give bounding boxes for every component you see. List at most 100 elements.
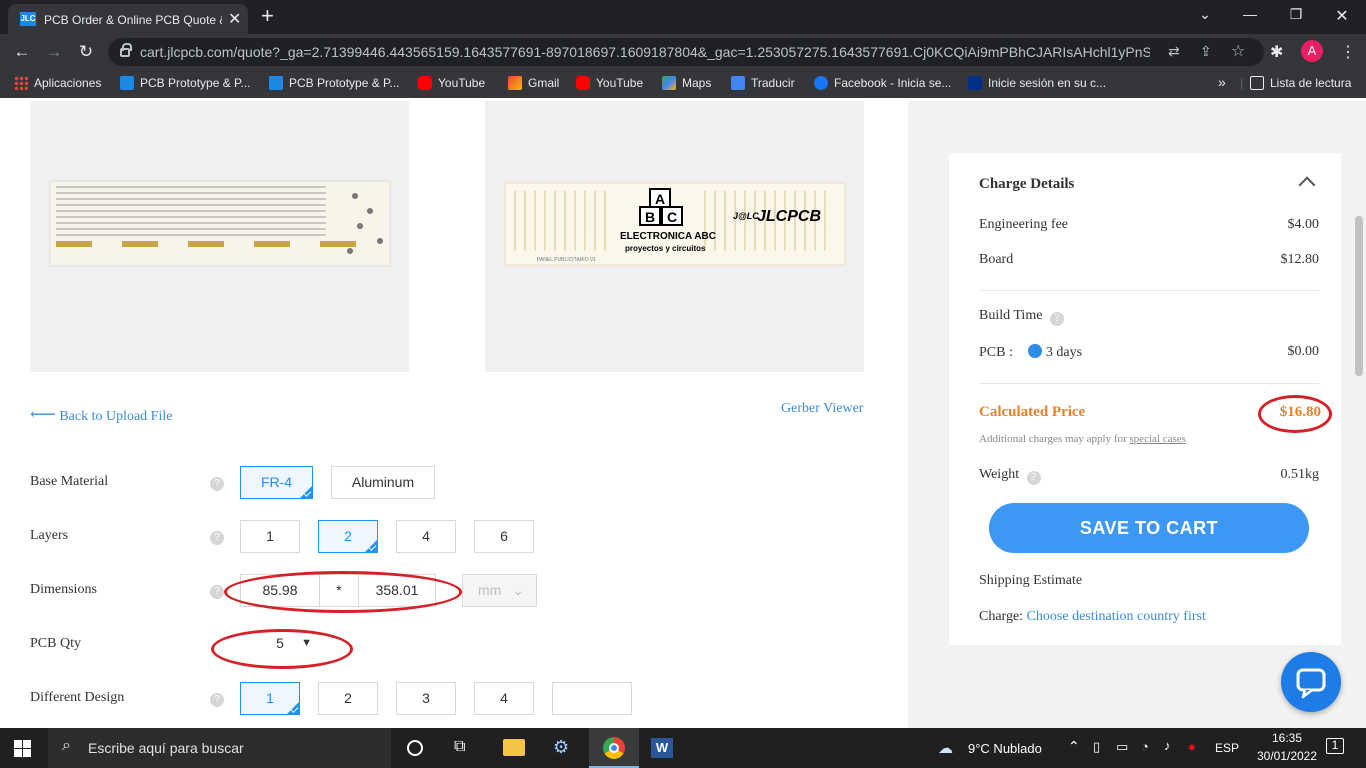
windows-taskbar: ⌕ Escribe aquí para buscar ⧉ ⚙ W ☁ 9°C N… (0, 728, 1366, 768)
close-tab-icon[interactable]: ✕ (228, 9, 241, 29)
build-time-row: Build Time ? (979, 308, 1319, 326)
base-material-fr4[interactable]: FR-4 (240, 466, 313, 499)
annotation-circle-price (1258, 395, 1332, 433)
bookmark-star-icon[interactable]: ☆ (1231, 41, 1245, 61)
more-bookmarks-icon[interactable]: » (1218, 74, 1226, 90)
clock-time[interactable]: 16:35 (1264, 731, 1310, 745)
minimize-icon[interactable]: — (1230, 6, 1270, 22)
help-icon[interactable]: ? (1026, 471, 1041, 485)
gerber-viewer-link[interactable]: Gerber Viewer (781, 401, 863, 417)
different-design-label: Different Design (30, 690, 125, 705)
page-scrollbar[interactable] (1352, 101, 1366, 728)
volume-icon[interactable]: ♪ (1164, 738, 1171, 753)
file-explorer-icon[interactable] (503, 739, 525, 756)
chat-button[interactable] (1281, 652, 1341, 712)
bookmark-apps[interactable]: Aplicaciones (14, 76, 101, 90)
radio-selected-icon[interactable] (1028, 344, 1043, 358)
app-icon[interactable]: ⚙ (553, 737, 569, 758)
bookmark-traducir[interactable]: Traducir (731, 76, 795, 90)
silk-label: PANEL PUBLICITARIO V1 (537, 257, 596, 263)
help-icon[interactable]: ? (210, 531, 224, 545)
layers-option-4[interactable]: 4 (396, 520, 456, 553)
network-icon[interactable]: ◔ (1141, 739, 1149, 754)
back-icon[interactable]: ← (12, 42, 32, 62)
extensions-icon[interactable]: ✱ (1270, 42, 1283, 62)
bookmarks-divider: | (1240, 76, 1244, 90)
onedrive-error-icon[interactable]: ● (1188, 739, 1196, 754)
design-option-1[interactable]: 1 (240, 682, 300, 715)
bookmark-paypal[interactable]: Inicie sesión en su c... (968, 76, 1106, 90)
pcb-top-preview (30, 101, 409, 372)
word-icon[interactable]: W (651, 738, 673, 758)
bookmark-pcb-2[interactable]: PCB Prototype & P... (269, 76, 400, 90)
help-icon[interactable]: ? (210, 693, 224, 707)
design-custom-input[interactable] (552, 682, 632, 715)
maps-icon (662, 76, 676, 90)
facebook-icon (814, 76, 828, 90)
layers-option-2[interactable]: 2 (318, 520, 378, 553)
bookmark-youtube-1[interactable]: YouTube (418, 76, 485, 90)
menu-kebab-icon[interactable]: ⋮ (1340, 42, 1356, 62)
reading-list[interactable]: Lista de lectura (1250, 76, 1351, 90)
save-to-cart-button[interactable]: SAVE TO CART (989, 503, 1309, 553)
bookmark-gmail[interactable]: Gmail (508, 76, 559, 90)
apps-grid-icon (14, 76, 28, 90)
bookmark-pcb-1[interactable]: PCB Prototype & P... (120, 76, 251, 90)
help-icon[interactable]: ? (210, 477, 224, 491)
bookmark-facebook[interactable]: Facebook - Inicia se... (814, 76, 951, 90)
back-to-upload-link[interactable]: ⟵ Back to Upload File (30, 404, 172, 425)
notifications-icon[interactable]: 1 (1326, 738, 1344, 754)
svg-text:C: C (667, 209, 677, 225)
translate-icon (731, 76, 745, 90)
clock-date[interactable]: 30/01/2022 (1256, 749, 1318, 763)
base-material-aluminum[interactable]: Aluminum (331, 466, 435, 499)
windows-start-icon[interactable] (14, 740, 31, 757)
chevron-down-icon: ⌄ (512, 582, 524, 598)
layers-option-1[interactable]: 1 (240, 520, 300, 553)
scrollbar-thumb[interactable] (1355, 216, 1363, 376)
share-icon[interactable]: ⇪ (1200, 43, 1212, 60)
design-option-3[interactable]: 3 (396, 682, 456, 715)
bookmark-youtube-2[interactable]: YouTube (576, 76, 643, 90)
brand-text: JLCPCB (757, 208, 821, 225)
language-indicator[interactable]: ESP (1215, 741, 1239, 755)
dimension-unit-select[interactable]: mm ⌄ (462, 574, 537, 607)
bookmark-maps[interactable]: Maps (662, 76, 711, 90)
reload-icon[interactable]: ↻ (76, 42, 96, 62)
help-icon[interactable]: ? (1049, 312, 1064, 326)
profile-avatar[interactable]: A (1301, 40, 1323, 62)
tray-chevron-icon[interactable]: ⌃ (1068, 738, 1080, 755)
layers-label: Layers (30, 528, 69, 543)
tab-search-chevron-icon[interactable]: ⌄ (1185, 6, 1225, 23)
pcb-build-row: PCB : 3 days $0.00 (979, 344, 1319, 360)
chat-bubble-icon (1296, 668, 1326, 699)
chrome-taskbar-button[interactable] (589, 728, 639, 768)
address-bar[interactable]: cart.jlcpcb.com/quote?_ga=2.71399446.443… (108, 38, 1264, 66)
forward-icon[interactable]: → (44, 42, 64, 62)
browser-tab-bar: JLC PCB Order & Online PCB Quote & ... ✕… (0, 0, 1366, 34)
cortana-icon[interactable] (407, 740, 423, 756)
restore-icon[interactable]: ❐ (1276, 6, 1316, 23)
help-icon[interactable]: ? (210, 585, 224, 599)
arrow-left-icon: ⟵ (30, 404, 56, 424)
new-tab-icon[interactable]: + (261, 4, 274, 28)
close-window-icon[interactable]: ✕ (1322, 6, 1362, 26)
special-cases-link[interactable]: special cases (1129, 433, 1186, 445)
tray-device-icon[interactable]: ▯ (1093, 739, 1100, 755)
charge-details-title: Charge Details (979, 176, 1075, 192)
design-option-2[interactable]: 2 (318, 682, 378, 715)
taskbar-search[interactable]: ⌕ Escribe aquí para buscar (48, 728, 391, 768)
design-option-4[interactable]: 4 (474, 682, 534, 715)
jlc-icon (269, 76, 283, 90)
board-row: Board $12.80 (979, 252, 1319, 267)
dimensions-label: Dimensions (30, 582, 97, 597)
youtube-icon (418, 76, 432, 90)
choose-country-link[interactable]: Choose destination country first (1027, 609, 1206, 624)
task-view-icon[interactable]: ⧉ (454, 738, 465, 756)
browser-tab[interactable]: JLC PCB Order & Online PCB Quote & ... ✕ (8, 4, 248, 34)
translate-page-icon[interactable]: ⇄ (1168, 43, 1180, 60)
battery-icon[interactable]: ▭ (1116, 739, 1128, 755)
weather-text[interactable]: 9°C Nublado (968, 741, 1042, 756)
quote-form-area: A B C ELECTRONICA ABC proyectos y circui… (0, 101, 908, 728)
layers-option-6[interactable]: 6 (474, 520, 534, 553)
